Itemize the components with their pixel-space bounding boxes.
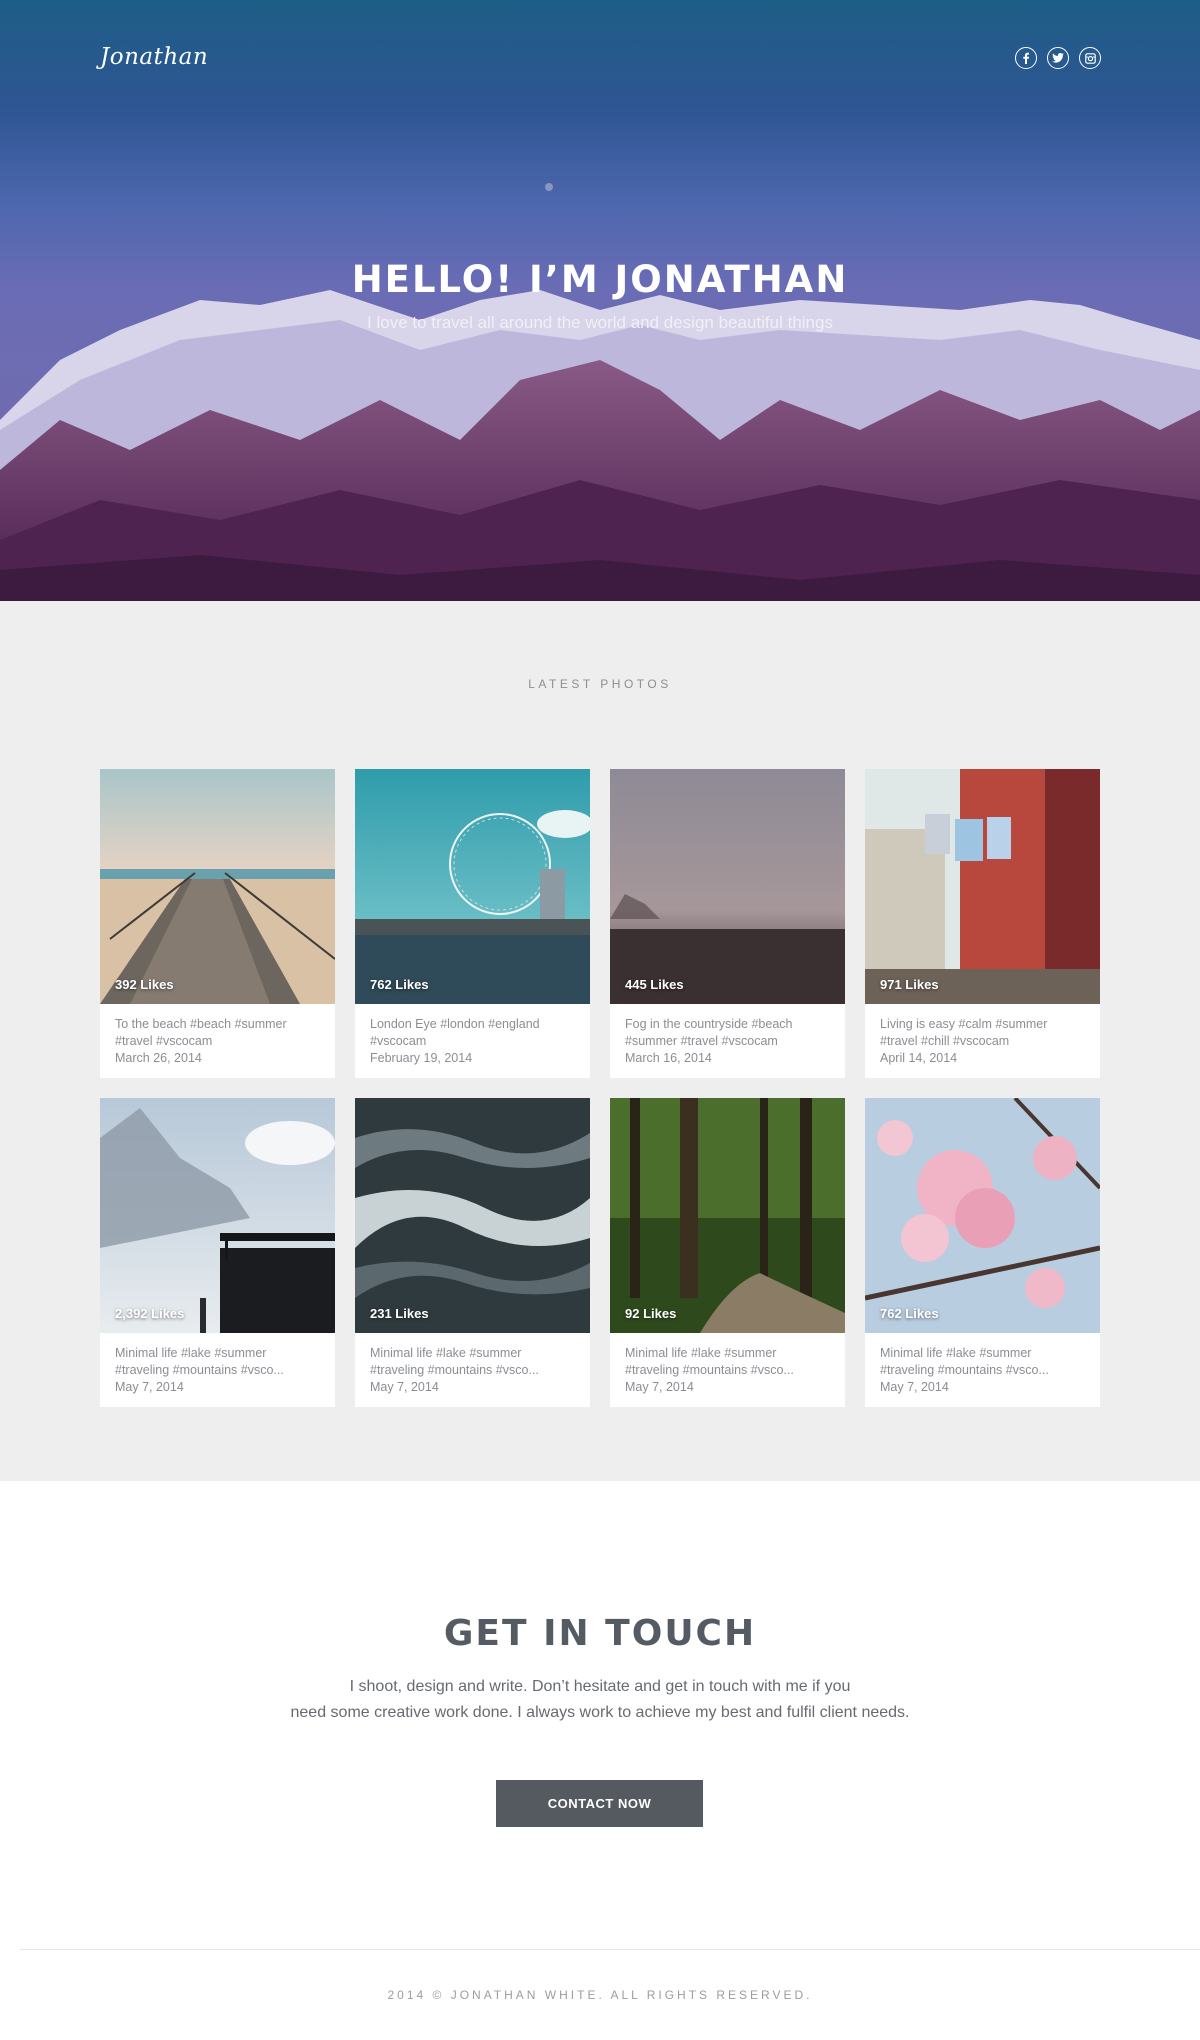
photo-date: March 26, 2014 (115, 1051, 202, 1065)
photo-date: May 7, 2014 (115, 1380, 184, 1394)
contact-now-button[interactable]: CONTACT NOW (496, 1780, 703, 1827)
photo-grid: 392 Likes To the beach #beach #summer #t… (100, 769, 1101, 1407)
caption-text: Minimal life #lake #summer #traveling #m… (625, 1346, 794, 1377)
photo-thumbnail[interactable]: 2,392 Likes (100, 1098, 335, 1333)
contact-description-line: need some creative work done. I always w… (290, 1704, 910, 1721)
photo-thumbnail[interactable]: 762 Likes (865, 1098, 1100, 1333)
likes-count: 762 Likes (880, 1306, 939, 1321)
photo-date: May 7, 2014 (880, 1380, 949, 1394)
likes-count: 392 Likes (115, 977, 174, 992)
hero-banner: Jonathan HELLO! I’M JONATHAN I love to t… (0, 0, 1200, 601)
likes-count: 92 Likes (625, 1306, 677, 1321)
twitter-icon[interactable] (1047, 47, 1069, 69)
likes-count: 231 Likes (370, 1306, 429, 1321)
photo-thumbnail[interactable]: 445 Likes (610, 769, 845, 1004)
hero-subtitle: I love to travel all around the world an… (367, 313, 833, 332)
photo-card[interactable]: 762 Likes London Eye #london #england #v… (355, 769, 590, 1078)
photo-card[interactable]: 92 Likes Minimal life #lake #summer #tra… (610, 1098, 845, 1407)
photo-card[interactable]: 971 Likes Living is easy #calm #summer #… (865, 769, 1100, 1078)
contact-description-line: I shoot, design and write. Don’t hesitat… (349, 1678, 851, 1695)
site-logo[interactable]: Jonathan (100, 44, 208, 70)
footer-copyright: 2014 © JONATHAN WHITE. ALL RIGHTS RESERV… (387, 1988, 813, 2002)
photo-caption: Minimal life #lake #summer #traveling #m… (100, 1333, 335, 1396)
likes-count: 445 Likes (625, 977, 684, 992)
photo-caption: To the beach #beach #summer #travel #vsc… (100, 1004, 335, 1067)
photo-thumbnail[interactable]: 392 Likes (100, 769, 335, 1004)
photo-thumbnail[interactable]: 971 Likes (865, 769, 1100, 1004)
photo-date: April 14, 2014 (880, 1051, 958, 1065)
photo-card[interactable]: 762 Likes Minimal life #lake #summer #tr… (865, 1098, 1100, 1407)
footer-divider (20, 1949, 1200, 1950)
photo-caption: Minimal life #lake #summer #traveling #m… (610, 1333, 845, 1396)
caption-text: Fog in the countryside #beach #summer #t… (625, 1017, 793, 1048)
photo-caption: London Eye #london #england #vscocam Feb… (355, 1004, 590, 1067)
caption-text: To the beach #beach #summer #travel #vsc… (115, 1017, 287, 1048)
facebook-icon[interactable] (1015, 47, 1037, 69)
photo-caption: Fog in the countryside #beach #summer #t… (610, 1004, 845, 1067)
contact-section (0, 1481, 1200, 2040)
photo-date: February 19, 2014 (370, 1051, 473, 1065)
section-label-latest-photos: LATEST PHOTOS (528, 677, 672, 691)
caption-text: Minimal life #lake #summer #traveling #m… (115, 1346, 284, 1377)
photo-thumbnail[interactable]: 762 Likes (355, 769, 590, 1004)
photo-caption: Minimal life #lake #summer #traveling #m… (355, 1333, 590, 1396)
photo-date: May 7, 2014 (370, 1380, 439, 1394)
hero-title: HELLO! I’M JONATHAN (351, 258, 849, 301)
caption-text: Living is easy #calm #summer #travel #ch… (880, 1017, 1048, 1048)
photo-card[interactable]: 445 Likes Fog in the countryside #beach … (610, 769, 845, 1078)
likes-count: 2,392 Likes (115, 1306, 185, 1321)
caption-text: London Eye #london #england #vscocam (370, 1017, 540, 1048)
photo-card[interactable]: 231 Likes Minimal life #lake #summer #tr… (355, 1098, 590, 1407)
instagram-icon[interactable] (1079, 47, 1101, 69)
photo-caption: Minimal life #lake #summer #traveling #m… (865, 1333, 1100, 1396)
likes-count: 762 Likes (370, 977, 429, 992)
contact-description: I shoot, design and write. Don’t hesitat… (250, 1674, 950, 1726)
contact-title: GET IN TOUCH (443, 1613, 757, 1654)
photo-thumbnail[interactable]: 92 Likes (610, 1098, 845, 1333)
photo-caption: Living is easy #calm #summer #travel #ch… (865, 1004, 1100, 1067)
photo-card[interactable]: 392 Likes To the beach #beach #summer #t… (100, 769, 335, 1078)
social-links (1015, 47, 1101, 69)
caption-text: Minimal life #lake #summer #traveling #m… (370, 1346, 539, 1377)
photo-date: March 16, 2014 (625, 1051, 712, 1065)
photo-card[interactable]: 2,392 Likes Minimal life #lake #summer #… (100, 1098, 335, 1407)
caption-text: Minimal life #lake #summer #traveling #m… (880, 1346, 1049, 1377)
photo-thumbnail[interactable]: 231 Likes (355, 1098, 590, 1333)
photo-date: May 7, 2014 (625, 1380, 694, 1394)
likes-count: 971 Likes (880, 977, 939, 992)
